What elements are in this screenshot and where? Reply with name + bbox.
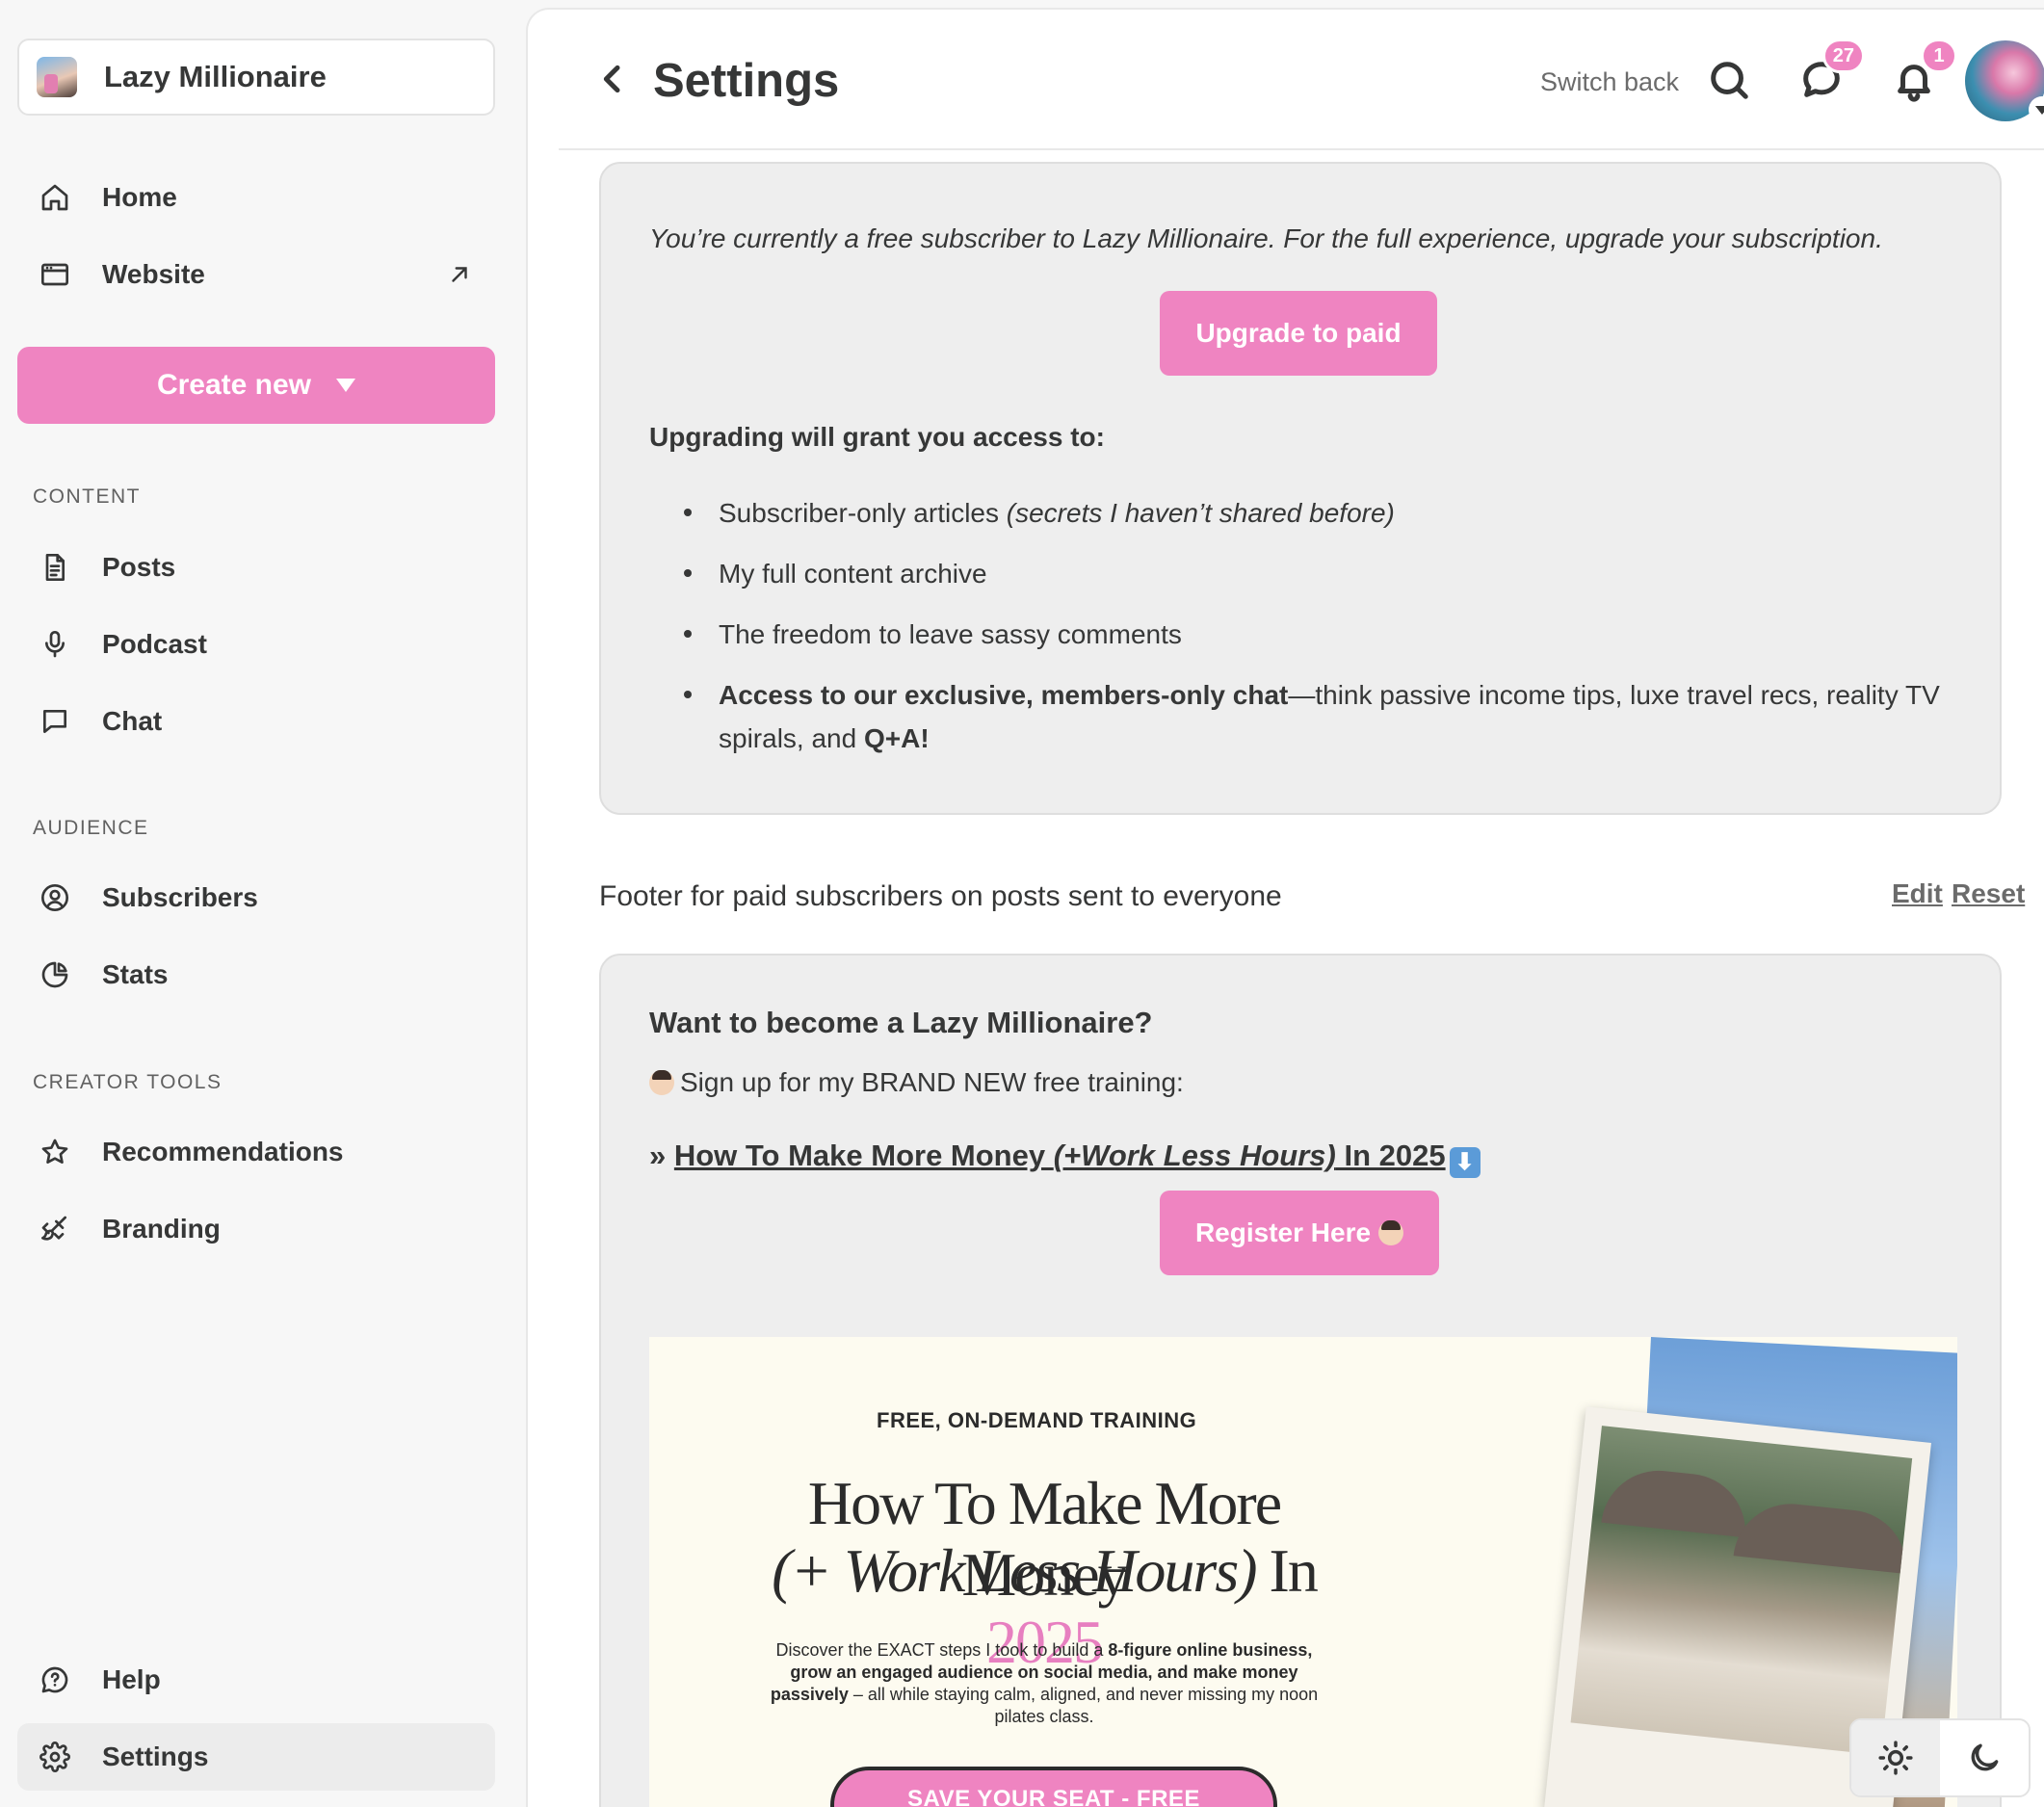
microphone-icon [39, 628, 71, 661]
promo-description: Discover the EXACT steps I took to build… [770, 1640, 1319, 1726]
register-here-button[interactable]: Register Here [1160, 1191, 1439, 1275]
sidebar-item-label: Stats [102, 959, 169, 989]
signup-line: Sign up for my BRAND NEW free training: [649, 1067, 1184, 1098]
theme-toggle [1849, 1718, 2031, 1797]
paintbrush-icon [39, 1213, 71, 1245]
dark-mode-button[interactable] [1940, 1720, 2029, 1795]
sidebar-item-label: Branding [102, 1214, 221, 1244]
external-link-icon [447, 262, 472, 287]
woman-emoji-icon [649, 1070, 674, 1095]
sidebar-item-help[interactable]: Help [17, 1646, 495, 1714]
reset-button[interactable]: Reset [1952, 878, 2025, 909]
home-icon [39, 181, 71, 214]
section-title-content: CONTENT [33, 485, 141, 508]
paid-subscriber-footer-preview: Want to become a Lazy Millionaire? Sign … [599, 954, 2002, 1807]
section-title-creator-tools: CREATOR TOOLS [33, 1071, 223, 1093]
free-subscriber-note: You’re currently a free subscriber to La… [649, 223, 1883, 253]
sidebar-item-label: Subscribers [102, 882, 258, 912]
create-new-button[interactable]: Create new [17, 347, 495, 424]
sidebar-item-label: Website [102, 259, 205, 289]
down-arrow-emoji-icon: ⬇ [1449, 1147, 1481, 1178]
back-button[interactable] [593, 60, 632, 98]
star-icon [39, 1136, 71, 1168]
promo-cta-button: SAVE YOUR SEAT - FREE [830, 1767, 1277, 1807]
page-header: Settings Switch back 27 1 [559, 10, 2044, 150]
sidebar-item-label: Home [102, 182, 177, 212]
sidebar-item-label: Help [102, 1664, 161, 1694]
training-link[interactable]: » How To Make More Money (+Work Less Hou… [649, 1139, 1481, 1178]
create-new-label: Create new [156, 369, 312, 401]
sidebar-item-subscribers[interactable]: Subscribers [17, 864, 495, 931]
paid-footer-label: Footer for paid subscribers on posts sen… [599, 880, 1282, 912]
sidebar-item-posts[interactable]: Posts [17, 534, 495, 601]
section-title-audience: AUDIENCE [33, 817, 149, 839]
moon-icon [1971, 1743, 1999, 1771]
gear-icon [39, 1741, 71, 1773]
document-icon [39, 551, 71, 584]
avatar-menu-caret-icon[interactable] [2029, 96, 2044, 123]
sun-icon [1878, 1741, 1913, 1775]
notifications-button[interactable]: 1 [1892, 39, 1957, 102]
list-item: Access to our exclusive, members-only ch… [649, 673, 1940, 760]
search-icon[interactable] [1707, 58, 1751, 102]
sidebar-item-label: Recommendations [102, 1137, 344, 1166]
publication-name: Lazy Millionaire [104, 60, 327, 93]
settings-main: Settings Switch back 27 1 You’re current… [526, 8, 2044, 1807]
sidebar-item-label: Settings [102, 1742, 209, 1771]
notification-count-badge: 1 [1921, 39, 1957, 73]
sidebar-item-chat[interactable]: Chat [17, 688, 495, 755]
sidebar-item-label: Podcast [102, 629, 207, 659]
browser-window-icon [39, 258, 71, 291]
pie-chart-icon [39, 958, 71, 991]
footer-heading: Want to become a Lazy Millionaire? [649, 1006, 1153, 1039]
publication-switcher[interactable]: Lazy Millionaire [17, 39, 495, 116]
list-item: Subscriber-only articles (secrets I have… [649, 491, 1940, 535]
sidebar-item-stats[interactable]: Stats [17, 941, 495, 1008]
sidebar-item-label: Posts [102, 552, 176, 582]
caret-down-icon [336, 379, 356, 392]
page-title: Settings [653, 55, 840, 107]
list-item: My full content archive [649, 552, 1940, 595]
chat-button[interactable]: 27 [1799, 39, 1865, 102]
user-circle-icon [39, 881, 71, 914]
sidebar-item-podcast[interactable]: Podcast [17, 611, 495, 678]
chevron-left-icon [603, 65, 620, 93]
free-subscriber-footer-preview: You’re currently a free subscriber to La… [599, 162, 2002, 815]
edit-button[interactable]: Edit [1892, 878, 1943, 909]
sidebar-item-branding[interactable]: Branding [17, 1195, 495, 1263]
light-mode-button[interactable] [1851, 1720, 1940, 1795]
beach-photo [1570, 1426, 1913, 1756]
access-heading: Upgrading will grant you access to: [649, 422, 1105, 452]
woman-emoji-icon [1378, 1220, 1404, 1245]
chat-bubble-icon [39, 705, 71, 738]
sidebar-item-label: Chat [102, 706, 163, 736]
sidebar-item-home[interactable]: Home [17, 164, 495, 231]
chat-count-badge: 27 [1821, 39, 1865, 73]
sidebar-item-website[interactable]: Website [17, 241, 495, 308]
list-item: The freedom to leave sassy comments [649, 613, 1940, 656]
promo-kicker: FREE, ON-DEMAND TRAINING [877, 1408, 1197, 1432]
training-promo-image[interactable]: FREE, ON-DEMAND TRAINING How To Make Mor… [649, 1337, 1957, 1807]
sidebar-item-recommendations[interactable]: Recommendations [17, 1118, 495, 1186]
publication-logo [37, 57, 77, 97]
upgrade-to-paid-button[interactable]: Upgrade to paid [1160, 291, 1437, 376]
help-bubble-icon [39, 1663, 71, 1696]
sidebar: Lazy Millionaire Home Website Create new… [0, 0, 528, 1807]
sidebar-item-settings[interactable]: Settings [17, 1723, 495, 1791]
perks-list: Subscriber-only articles (secrets I have… [649, 491, 1940, 777]
switch-back-link[interactable]: Switch back [1540, 67, 1679, 97]
